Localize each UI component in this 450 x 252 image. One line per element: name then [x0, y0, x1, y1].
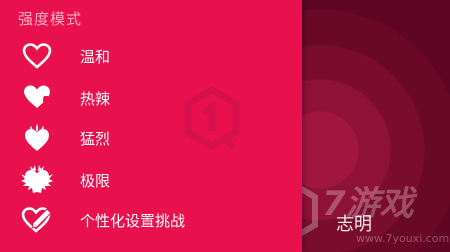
heart-drip-icon — [20, 83, 54, 113]
menu-item-custom-challenge[interactable]: 个性化设置挑战 — [0, 200, 302, 240]
heart-pencil-icon — [20, 205, 54, 235]
menu-item-label: 温和 — [80, 47, 111, 66]
menu-item-extreme[interactable]: 极限 — [0, 160, 302, 200]
menu-item-label: 猛烈 — [80, 129, 111, 148]
menu-item-label: 个性化设置挑战 — [80, 211, 186, 230]
menu-item-fierce[interactable]: 猛烈 — [0, 118, 302, 158]
menu-item-label: 极限 — [80, 171, 111, 190]
heart-flame-icon — [20, 123, 54, 153]
intensity-menu-panel: 强度模式 温和 热辣 猛烈 极限 个性化设置挑战 — [0, 0, 302, 252]
app-screen: 7游戏 www.7youxi.com 志明 强度模式 温和 热辣 猛烈 极限 个… — [0, 0, 450, 252]
heart-outline-icon — [20, 41, 54, 71]
menu-item-label: 热辣 — [80, 89, 111, 108]
menu-item-spicy[interactable]: 热辣 — [0, 78, 302, 118]
heart-spiked-icon — [20, 165, 54, 195]
menu-item-gentle[interactable]: 温和 — [0, 36, 302, 76]
player-name: 志明 — [336, 214, 372, 235]
panel-title: 强度模式 — [18, 10, 83, 28]
